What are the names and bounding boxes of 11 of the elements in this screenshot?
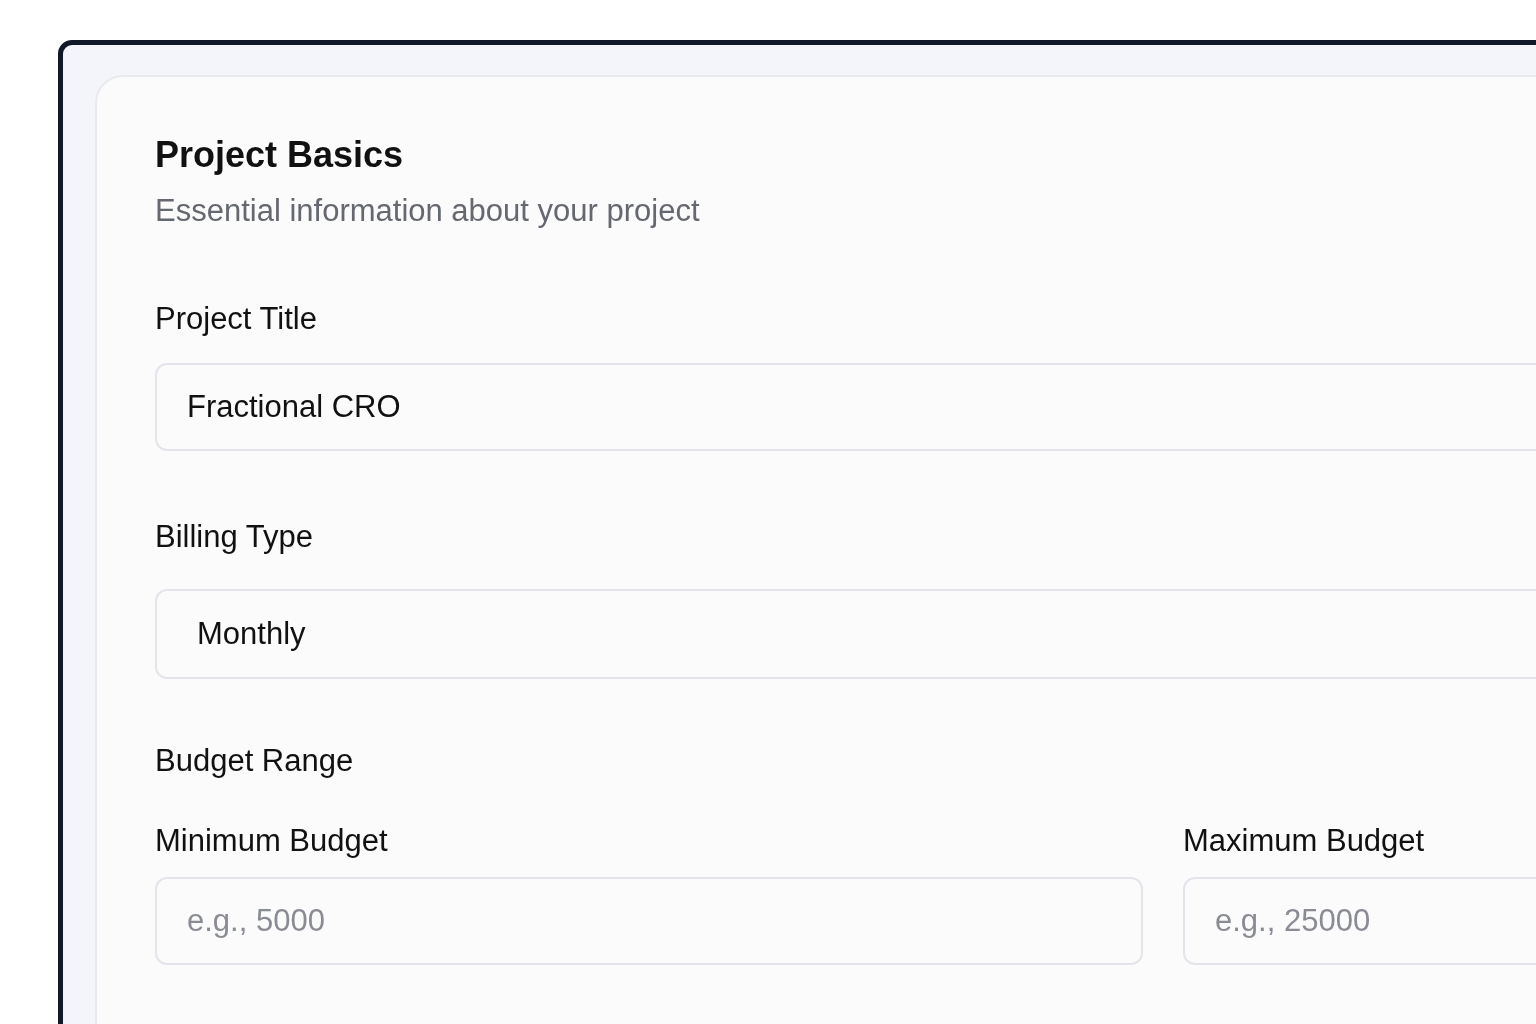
section-title: Project Basics — [155, 133, 405, 177]
number-input-field[interactable]: e.g., 5000 — [155, 877, 1143, 965]
field-label: Minimum Budget — [155, 822, 389, 860]
field-label: Maximum Budget — [1183, 822, 1426, 860]
text-input-field[interactable]: Fractional CRO — [155, 363, 1536, 451]
select-field[interactable]: Monthly — [155, 589, 1536, 679]
field-label: Project Title — [155, 300, 318, 338]
number-input-field[interactable]: e.g., 25000 — [1183, 877, 1536, 965]
field-label: Billing Type — [155, 518, 314, 556]
section-subtitle: Essential information about your project — [155, 192, 701, 230]
group-label: Budget Range — [155, 742, 355, 780]
